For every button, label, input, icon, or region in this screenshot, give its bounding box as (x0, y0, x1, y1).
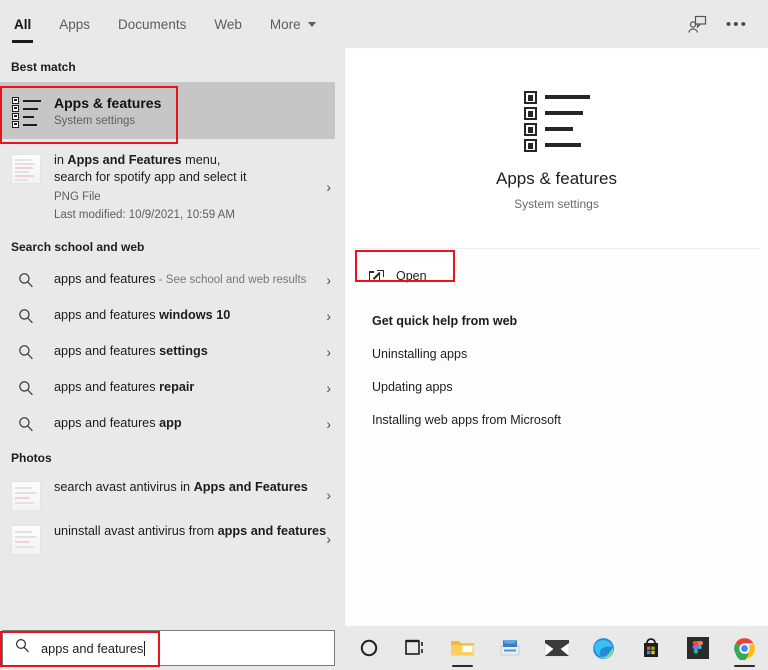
search-input-value: apps and features (41, 641, 145, 656)
file-result-type: PNG File (54, 191, 334, 203)
chevron-right-icon[interactable]: › (326, 344, 331, 360)
snipping-tool-icon[interactable] (486, 626, 533, 670)
search-magnifier-icon (11, 342, 41, 362)
chevron-right-icon[interactable]: › (326, 179, 331, 195)
file-result-title: in Apps and Features menu, search for sp… (54, 152, 334, 186)
file-explorer-icon[interactable] (439, 626, 486, 670)
preview-subtitle: System settings (514, 197, 599, 211)
tab-more-label: More (270, 17, 301, 32)
photos-header: Photos (0, 442, 345, 473)
mail-icon[interactable] (533, 626, 580, 670)
web-result-item[interactable]: apps and features windows 10 › (0, 298, 345, 334)
microsoft-store-icon[interactable] (627, 626, 674, 670)
preview-actions: Open (345, 249, 768, 290)
tab-more[interactable]: More (256, 0, 330, 48)
photos-list: search avast antivirus in Apps and Featu… (0, 473, 345, 561)
photo-result-item[interactable]: uninstall avast antivirus from apps and … (0, 517, 345, 561)
best-match-text: Apps & features System settings (54, 95, 161, 127)
web-result-label: apps and features settings (54, 342, 208, 360)
file-result-body: in Apps and Features menu, search for sp… (54, 152, 334, 221)
chevron-right-icon[interactable]: › (326, 272, 331, 288)
tab-apps[interactable]: Apps (45, 0, 104, 48)
web-result-item[interactable]: apps and features repair › (0, 370, 345, 406)
preview-card: Apps & features System settings (354, 54, 759, 249)
quick-help-link[interactable]: Installing web apps from Microsoft (372, 413, 768, 427)
microsoft-edge-icon[interactable] (580, 626, 627, 670)
web-result-item[interactable]: apps and features - See school and web r… (0, 262, 345, 298)
tab-web[interactable]: Web (200, 0, 256, 48)
quick-help-header: Get quick help from web (372, 314, 768, 328)
search-magnifier-icon (11, 414, 41, 434)
open-external-icon (369, 270, 384, 283)
web-result-label: apps and features app (54, 414, 182, 432)
tab-documents[interactable]: Documents (104, 0, 200, 48)
open-button[interactable]: Open (359, 262, 449, 290)
taskbar: apps and features (0, 626, 768, 670)
search-magnifier-icon (11, 270, 41, 290)
web-result-label: apps and features windows 10 (54, 306, 230, 324)
best-match-result-apps-and-features[interactable]: Apps & features System settings (0, 82, 335, 139)
quick-help-link[interactable]: Uninstalling apps (372, 347, 768, 361)
file-thumbnail (11, 154, 41, 184)
task-view-icon[interactable] (392, 626, 439, 670)
preview-title: Apps & features (496, 169, 617, 189)
tab-all-label: All (14, 17, 31, 32)
web-result-label: apps and features repair (54, 378, 194, 396)
file-result-modified: Last modified: 10/9/2021, 10:59 AM (54, 209, 334, 221)
taskbar-icons (345, 626, 768, 670)
quick-help-section: Get quick help from web Uninstalling app… (345, 290, 768, 427)
search-tab-bar: All Apps Documents Web More (0, 0, 768, 48)
photo-result-body: search avast antivirus in Apps and Featu… (54, 479, 334, 496)
tab-bar-actions: ••• (680, 7, 768, 41)
tab-web-label: Web (214, 17, 242, 32)
figma-icon[interactable] (674, 626, 721, 670)
photo-result-item[interactable]: search avast antivirus in Apps and Featu… (0, 473, 345, 517)
web-result-item[interactable]: apps and features settings › (0, 334, 345, 370)
chevron-right-icon[interactable]: › (326, 380, 331, 396)
ellipsis-icon[interactable]: ••• (720, 7, 754, 41)
tab-documents-label: Documents (118, 17, 186, 32)
search-input[interactable]: apps and features (2, 630, 335, 666)
chevron-down-icon (308, 22, 316, 27)
chevron-right-icon[interactable]: › (326, 416, 331, 432)
feedback-person-icon[interactable] (680, 7, 714, 41)
open-button-label: Open (396, 269, 427, 283)
file-result-png[interactable]: in Apps and Features menu, search for sp… (0, 143, 345, 230)
photo-thumbnail (11, 525, 41, 555)
search-magnifier-icon (11, 378, 41, 398)
photo-result-label: search avast antivirus in Apps and Featu… (54, 479, 334, 496)
best-match-title: Apps & features (54, 95, 161, 112)
quick-help-links: Uninstalling apps Updating apps Installing… (372, 347, 768, 427)
apps-list-icon (524, 91, 590, 151)
apps-list-icon (11, 96, 41, 126)
search-magnifier-icon (15, 638, 30, 658)
search-magnifier-icon (11, 306, 41, 326)
chevron-right-icon[interactable]: › (326, 531, 331, 547)
google-chrome-icon[interactable] (721, 626, 768, 670)
photo-thumbnail (11, 481, 41, 511)
best-match-subtitle: System settings (54, 115, 161, 127)
web-results-header: Search school and web (0, 230, 345, 262)
web-results-list: apps and features - See school and web r… (0, 262, 345, 442)
web-result-item[interactable]: apps and features app › (0, 406, 345, 442)
windows-search-overlay: All Apps Documents Web More (0, 0, 768, 670)
photo-result-label: uninstall avast antivirus from apps and … (54, 523, 334, 540)
photo-result-body: uninstall avast antivirus from apps and … (54, 523, 334, 540)
tab-apps-label: Apps (59, 17, 90, 32)
quick-help-link[interactable]: Updating apps (372, 380, 768, 394)
chevron-right-icon[interactable]: › (326, 487, 331, 503)
chevron-right-icon[interactable]: › (326, 308, 331, 324)
preview-panel: Apps & features System settings Open Get… (345, 48, 768, 626)
tab-all[interactable]: All (0, 0, 45, 48)
search-results-panel: Best match Apps & features System settin… (0, 48, 345, 626)
cortana-circle-icon[interactable] (345, 626, 392, 670)
web-result-label: apps and features - See school and web r… (54, 270, 306, 289)
best-match-header: Best match (0, 48, 345, 82)
